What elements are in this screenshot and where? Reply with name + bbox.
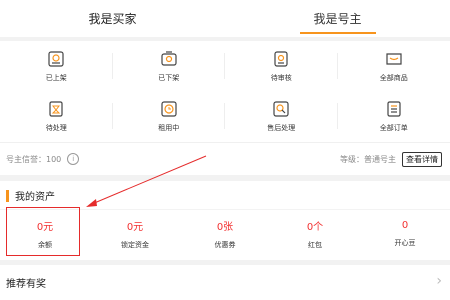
tab-owner-label: 我是号主 bbox=[313, 12, 362, 26]
annotation-highlight-box bbox=[6, 207, 80, 256]
credit-score: 号主信誉：100 i bbox=[6, 153, 80, 165]
my-assets-section: 我的资产 0元 余额 0元 锁定资金 0张 优惠券 0个 红包 0 开心豆 bbox=[0, 181, 450, 260]
renting-icon bbox=[159, 99, 179, 119]
section-accent-bar bbox=[6, 189, 9, 202]
credit-label: 号主信誉：100 bbox=[6, 154, 62, 164]
asset-label: 开心豆 bbox=[394, 238, 416, 247]
tab-buyer[interactable]: 我是买家 bbox=[0, 0, 225, 37]
menu-grid-section: 已上架 已下架 待审核 全部商品 待处理 租用中 售后处理 全部订单 bbox=[0, 41, 450, 142]
all-products-icon bbox=[384, 49, 404, 69]
menu-item-label: 全部商品 bbox=[379, 74, 408, 82]
shelf-up-icon bbox=[46, 49, 66, 69]
asset-coupons[interactable]: 0张 优惠券 bbox=[180, 210, 270, 257]
menu-item-listed[interactable]: 已上架 bbox=[0, 41, 113, 91]
pending-icon bbox=[46, 99, 66, 119]
tab-buyer-label: 我是买家 bbox=[88, 12, 137, 26]
asset-red-packets[interactable]: 0个 红包 bbox=[270, 210, 360, 257]
asset-locked-funds[interactable]: 0元 锁定资金 bbox=[90, 210, 180, 257]
info-icon[interactable]: i bbox=[67, 153, 80, 165]
menu-item-label: 全部订单 bbox=[379, 124, 408, 132]
asset-value: 0张 bbox=[216, 221, 234, 233]
menu-item-label: 待审核 bbox=[270, 74, 292, 82]
active-tab-indicator bbox=[299, 32, 376, 34]
menu-item-label: 待处理 bbox=[45, 124, 67, 132]
menu-item-label: 售后处理 bbox=[267, 124, 296, 132]
assets-header: 我的资产 bbox=[6, 188, 55, 203]
level-area: 等级：普通号主 查看详情 bbox=[340, 152, 442, 167]
tab-owner[interactable]: 我是号主 bbox=[225, 0, 450, 37]
asset-happy-beans[interactable]: 0 开心豆 bbox=[360, 210, 450, 257]
chevron-right-icon: › bbox=[436, 273, 442, 289]
recommend-title: 推荐有奖 bbox=[6, 279, 46, 290]
menu-item-renting[interactable]: 租用中 bbox=[113, 91, 225, 141]
asset-label: 优惠券 bbox=[214, 240, 236, 249]
level-label: 等级：普通号主 bbox=[340, 155, 396, 164]
asset-value: 0个 bbox=[306, 221, 324, 233]
assets-title: 我的资产 bbox=[15, 192, 55, 203]
view-details-button[interactable]: 查看详情 bbox=[402, 152, 442, 167]
asset-value: 0元 bbox=[126, 221, 144, 233]
tab-bar: 我是买家 我是号主 bbox=[0, 0, 450, 37]
menu-item-label: 租用中 bbox=[158, 124, 180, 132]
asset-label: 锁定资金 bbox=[121, 240, 149, 249]
menu-item-all-products[interactable]: 全部商品 bbox=[338, 41, 450, 91]
asset-label: 红包 bbox=[308, 240, 322, 249]
menu-item-all-orders[interactable]: 全部订单 bbox=[338, 91, 450, 141]
after-sales-icon bbox=[271, 99, 291, 119]
menu-item-after-sales[interactable]: 售后处理 bbox=[225, 91, 338, 141]
credit-bar: 号主信誉：100 i 等级：普通号主 查看详情 bbox=[0, 142, 450, 175]
menu-item-pending-review[interactable]: 待审核 bbox=[225, 41, 338, 91]
menu-item-to-process[interactable]: 待处理 bbox=[0, 91, 113, 141]
shelf-down-icon bbox=[159, 49, 179, 69]
recommend-row[interactable]: 推荐有奖 › bbox=[0, 265, 450, 300]
menu-item-label: 已上架 bbox=[45, 74, 67, 82]
asset-value: 0 bbox=[401, 219, 409, 231]
menu-item-unlisted[interactable]: 已下架 bbox=[113, 41, 225, 91]
all-orders-icon bbox=[384, 99, 404, 119]
menu-item-label: 已下架 bbox=[158, 74, 180, 82]
pending-review-icon bbox=[271, 49, 291, 69]
